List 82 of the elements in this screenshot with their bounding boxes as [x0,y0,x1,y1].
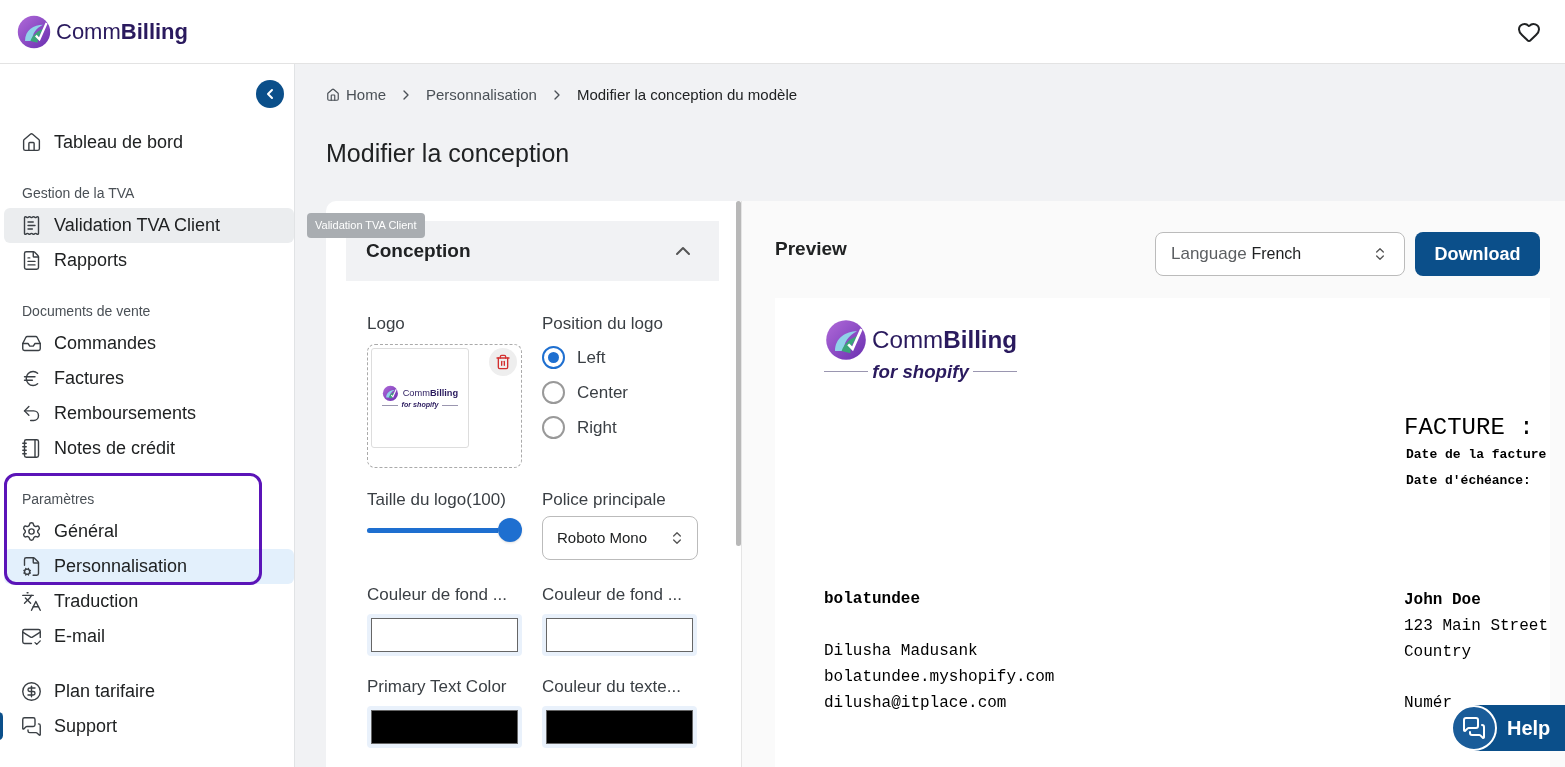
radio-button[interactable] [542,346,565,369]
field-label: Couleur de fond ... [367,585,508,605]
nav-icon [21,716,42,737]
nav-item[interactable]: E-mail [4,619,294,654]
color-field[interactable] [367,614,522,656]
section-heading: Documents de vente [21,302,152,320]
logo-icon [16,13,52,50]
nav-icon [21,333,42,354]
nav-item[interactable]: Traduction [4,584,294,619]
nav-item[interactable]: Support [4,709,294,744]
page-title: Modifier la conception [326,138,571,169]
chat-icon [1462,716,1486,740]
breadcrumb-link[interactable]: Personnalisation [426,83,537,107]
buyer-line: Numér [1404,692,1453,714]
seller-line: bolatundee.myshopify.com [824,666,1055,688]
nav-item[interactable]: Plan tarifaire [4,674,294,709]
nav-icon [21,250,42,271]
nav-item[interactable]: Général [4,514,294,549]
nav-icon [21,521,42,542]
field-label: Primary Text Color [367,677,508,697]
field-label: Position du logo [542,314,664,334]
nav-item[interactable]: Rapports [4,243,294,278]
brand-name: CommBilling [56,18,188,46]
nav-icon [21,591,42,612]
field-label: Taille du logo(100) [367,490,507,510]
logo-icon [381,385,399,402]
color-field[interactable] [542,706,697,748]
color-field[interactable] [367,706,522,748]
download-button[interactable]: Download [1415,232,1540,276]
buyer-name: John Doe [1404,589,1482,611]
nav-icon [21,132,42,153]
invoice-heading: FACTURE : [1404,413,1535,442]
nav-icon [21,438,42,459]
radio-option[interactable]: Left [542,340,697,375]
field-label: Couleur de fond ... [542,585,683,605]
brand-name: CommBilling [402,386,459,400]
nav-icon [21,215,42,236]
field-label: Police principale [542,490,667,510]
nav-item[interactable]: Factures [4,361,294,396]
invoice-meta: Date d'échéance: [1405,471,1532,490]
home-icon [326,88,340,102]
logo-icon [824,318,868,362]
nav-item[interactable]: Commandes [4,326,294,361]
logo-size-slider[interactable] [367,518,522,542]
nav-item[interactable]: Notes de crédit [4,431,294,466]
invoice-meta: Date de la facture [1405,445,1548,464]
buyer-line: Country [1404,641,1473,663]
help-button[interactable]: Help [1451,705,1565,751]
seller-name: bolatundee [824,588,921,610]
nav-icon [21,556,42,577]
radio-option[interactable]: Right [542,410,697,445]
section-heading: Paramètres [21,490,96,508]
seller-line: Dilusha Madusank [824,640,979,662]
language-select[interactable]: Language French [1155,232,1405,276]
nav-item[interactable]: Validation TVA Client [4,208,294,243]
field-label: Couleur du texte... [542,677,682,697]
trash-icon [495,354,511,370]
radio-option[interactable]: Center [542,375,697,410]
radio-button[interactable] [542,381,565,404]
radio-button[interactable] [542,416,565,439]
breadcrumb-link[interactable]: Modifier la conception du modèle [576,83,798,107]
nav-icon [21,626,42,647]
preview-title: Preview [775,237,847,261]
nav-item[interactable]: Remboursements [4,396,294,431]
nav-icon [21,681,42,702]
nav-icon [21,403,42,424]
nav-item[interactable]: Personnalisation [4,549,294,584]
color-field[interactable] [542,614,697,656]
buyer-line: 123 Main Street [1404,615,1550,637]
slider-thumb[interactable] [498,518,522,542]
seller-line: dilusha@itplace.com [824,692,1008,714]
brand-tagline: for shopify [872,359,969,384]
delete-button[interactable] [489,348,517,376]
field-label: Logo [367,314,406,334]
collapse-button[interactable] [256,80,284,108]
tooltip: Validation TVA Client [307,213,425,238]
brand-name: CommBilling [872,324,1018,355]
nav-item[interactable]: Tableau de bord [4,125,294,160]
font-select[interactable]: Roboto Mono [542,516,698,560]
breadcrumb-link[interactable]: Home [346,83,386,107]
section-heading: Gestion de la TVA [21,184,136,202]
scrollbar[interactable] [736,201,741,546]
